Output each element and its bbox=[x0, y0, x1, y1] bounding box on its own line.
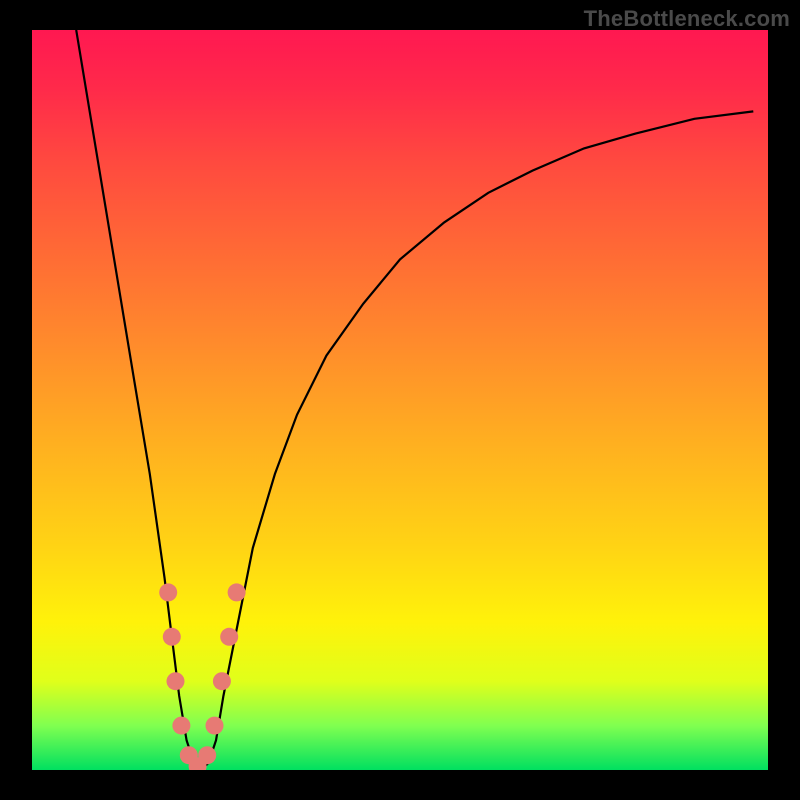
marker-dot bbox=[163, 628, 181, 646]
watermark-text: TheBottleneck.com bbox=[584, 6, 790, 32]
curve-layer bbox=[32, 30, 768, 770]
marker-dot bbox=[220, 628, 238, 646]
curve-markers bbox=[159, 583, 245, 770]
bottleneck-curve bbox=[76, 30, 753, 770]
chart-frame: TheBottleneck.com bbox=[0, 0, 800, 800]
marker-dot bbox=[228, 583, 246, 601]
marker-dot bbox=[167, 672, 185, 690]
plot-area bbox=[32, 30, 768, 770]
marker-dot bbox=[159, 583, 177, 601]
marker-dot bbox=[198, 746, 216, 764]
marker-dot bbox=[206, 717, 224, 735]
marker-dot bbox=[172, 717, 190, 735]
marker-dot bbox=[213, 672, 231, 690]
